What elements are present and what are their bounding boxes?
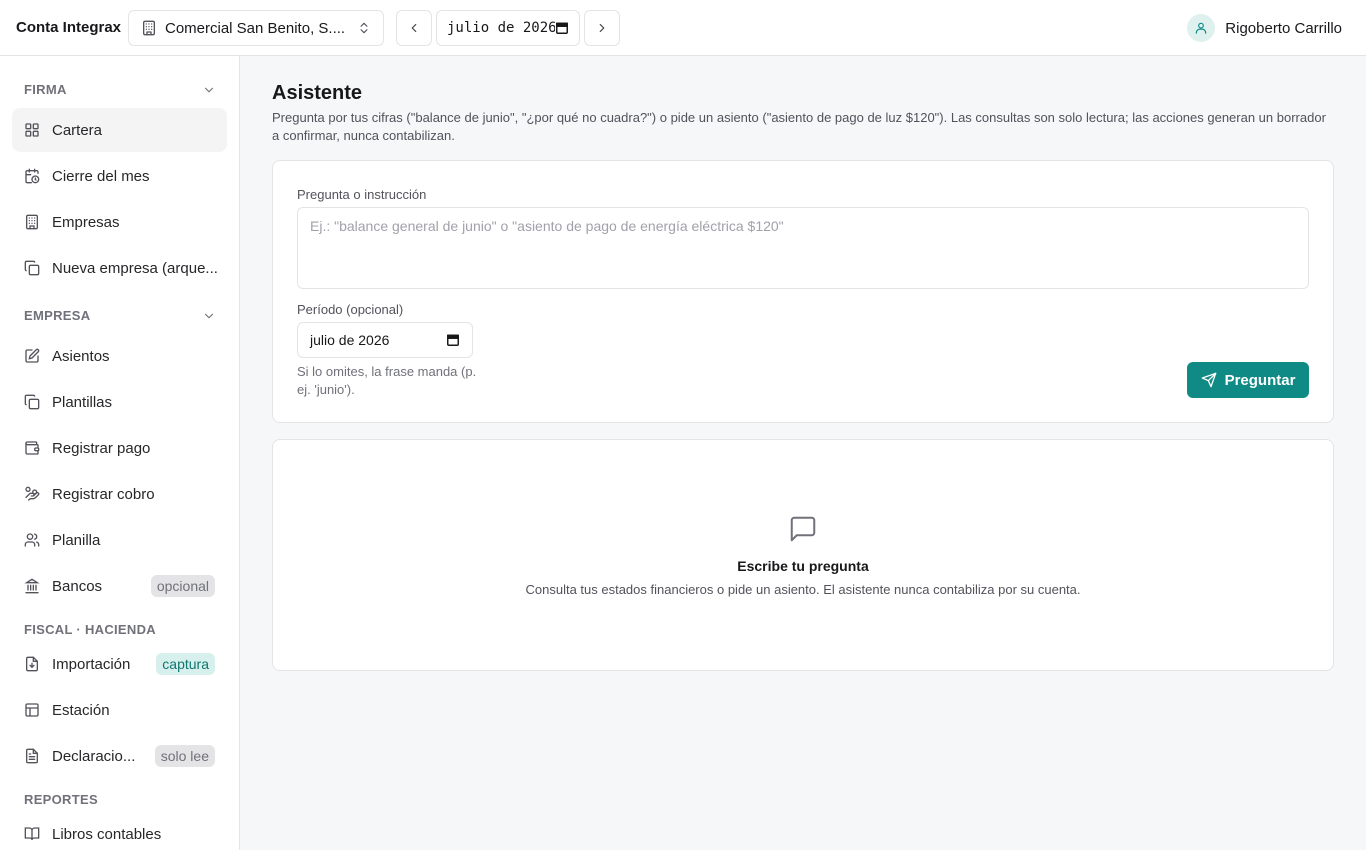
sidebar-item-importacion[interactable]: Importación captura: [12, 642, 227, 686]
sidebar-item-label: Planilla: [52, 531, 101, 549]
ask-button-label: Preguntar: [1224, 371, 1296, 389]
sidebar-item-cierre-del-mes[interactable]: Cierre del mes: [12, 154, 227, 198]
chevrons-up-down-icon: [357, 20, 371, 36]
sidebar-section-fiscal: FISCAL · HACIENDA: [24, 622, 216, 637]
next-month-button[interactable]: [584, 10, 620, 46]
sidebar-item-label: Cierre del mes: [52, 167, 150, 185]
sidebar: FIRMA Cartera Cierre del mes Empresas Nu…: [0, 56, 240, 850]
sidebar-item-empresas[interactable]: Empresas: [12, 200, 227, 244]
file-import-icon: [24, 656, 40, 672]
book-icon: [24, 826, 40, 842]
calendar-clock-icon: [24, 168, 40, 184]
wallet-icon: [24, 440, 40, 456]
chevron-down-icon: [202, 83, 216, 97]
sidebar-item-label: Declaracio...: [52, 747, 136, 765]
period-month-value: julio de 2026: [447, 20, 555, 36]
copy-icon: [24, 260, 40, 276]
company-name: Comercial San Benito, S....: [165, 19, 346, 37]
sidebar-item-label: Registrar cobro: [52, 485, 155, 503]
brand-logo[interactable]: Conta Integrax: [16, 19, 121, 36]
sidebar-section-firma[interactable]: FIRMA: [24, 82, 216, 97]
optional-badge: opcional: [150, 575, 215, 597]
page-title: Asistente: [272, 82, 363, 104]
calendar-icon[interactable]: [555, 21, 569, 35]
period-hint: Si lo omites, la frase manda (p. ej. 'ju…: [297, 364, 477, 397]
sidebar-item-label: Bancos: [52, 577, 103, 595]
period-label: Período (opcional): [297, 302, 404, 317]
read-only-badge: solo lee: [154, 745, 215, 767]
top-bar: Conta Integrax Comercial San Benito, S..…: [0, 0, 1366, 56]
question-label: Pregunta o instrucción: [297, 187, 427, 202]
sidebar-item-plantillas[interactable]: Plantillas: [12, 380, 227, 424]
sidebar-item-label: Empresas: [52, 213, 120, 231]
ask-button[interactable]: Preguntar: [1187, 362, 1309, 398]
calendar-icon[interactable]: [446, 333, 460, 347]
sidebar-item-asientos[interactable]: Asientos: [12, 334, 227, 378]
sidebar-item-label: Cartera: [52, 121, 103, 139]
building-icon: [141, 20, 157, 36]
empty-state-subtitle: Consulta tus estados financieros o pide …: [525, 582, 1081, 597]
sidebar-item-nueva-empresa[interactable]: Nueva empresa (arque...: [12, 246, 227, 290]
sidebar-item-label: Libros contables: [52, 825, 162, 843]
edit-icon: [24, 348, 40, 364]
section-title: EMPRESA: [24, 308, 91, 323]
company-selector[interactable]: Comercial San Benito, S....: [128, 10, 384, 46]
chevron-down-icon: [202, 309, 216, 323]
empty-state-title: Escribe tu pregunta: [737, 558, 869, 574]
sidebar-item-estacion[interactable]: Estación: [12, 688, 227, 732]
send-icon: [1201, 372, 1217, 388]
users-icon: [24, 532, 40, 548]
previous-month-button[interactable]: [396, 10, 432, 46]
grid-icon: [24, 122, 40, 138]
page-subtitle: Pregunta por tus cifras ("balance de jun…: [272, 110, 1326, 143]
avatar: [1187, 14, 1216, 42]
chevron-right-icon: [595, 21, 609, 35]
user-name: Rigoberto Carrillo: [1225, 19, 1342, 37]
section-title: FIRMA: [24, 82, 67, 97]
sidebar-section-reportes: REPORTES: [24, 792, 216, 807]
period-input-value: julio de 2026: [310, 332, 390, 348]
sidebar-item-declaraciones[interactable]: Declaracio... solo lee: [12, 734, 227, 778]
question-textarea[interactable]: Ej.: "balance general de junio" o "asien…: [297, 207, 1309, 289]
question-form-card: Pregunta o instrucción Ej.: "balance gen…: [272, 160, 1334, 423]
building-icon: [24, 214, 40, 230]
sidebar-item-label: Estación: [52, 701, 110, 719]
copy-icon: [24, 394, 40, 410]
capture-badge: captura: [156, 653, 215, 675]
sidebar-item-registrar-pago[interactable]: Registrar pago: [12, 426, 227, 470]
table-icon: [24, 702, 40, 718]
user-menu[interactable]: Rigoberto Carrillo: [1187, 14, 1342, 42]
chevron-left-icon: [407, 21, 421, 35]
sidebar-item-label: Asientos: [52, 347, 110, 365]
sidebar-item-label: Importación: [52, 655, 131, 673]
sidebar-item-libros-contables[interactable]: Libros contables: [12, 812, 227, 850]
section-title: REPORTES: [24, 792, 98, 807]
period-input[interactable]: julio de 2026: [297, 322, 473, 358]
message-square-icon: [788, 514, 818, 544]
file-text-icon: [24, 748, 40, 764]
sidebar-item-registrar-cobro[interactable]: Registrar cobro: [12, 472, 227, 516]
sidebar-item-label: Registrar pago: [52, 439, 151, 457]
sidebar-item-label: Nueva empresa (arque...: [52, 259, 218, 277]
sidebar-item-label: Plantillas: [52, 393, 113, 411]
hand-coins-icon: [24, 486, 40, 502]
sidebar-item-cartera[interactable]: Cartera: [12, 108, 227, 152]
section-title: FISCAL · HACIENDA: [24, 622, 156, 637]
bank-icon: [24, 578, 40, 594]
sidebar-item-planilla[interactable]: Planilla: [12, 518, 227, 562]
sidebar-item-bancos[interactable]: Bancos opcional: [12, 564, 227, 608]
sidebar-section-empresa[interactable]: EMPRESA: [24, 308, 216, 323]
period-month-input[interactable]: julio de 2026: [436, 10, 580, 46]
empty-state-card: Escribe tu pregunta Consulta tus estados…: [272, 439, 1334, 671]
user-icon: [1194, 21, 1208, 35]
